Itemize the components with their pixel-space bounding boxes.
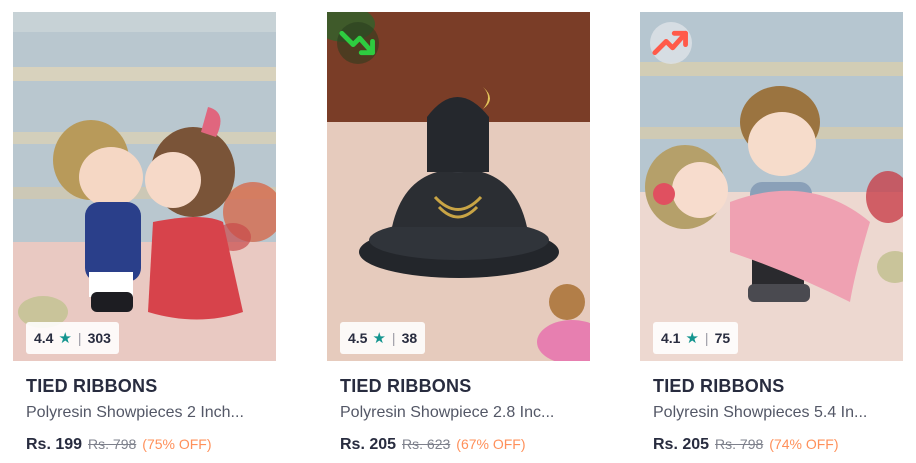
rating-badge: 4.4 ★ | 303	[26, 322, 119, 354]
star-icon: ★	[58, 329, 72, 347]
price-mrp: Rs. 623	[402, 436, 451, 452]
product-brand[interactable]: TIED RIBBONS	[26, 376, 157, 397]
rating-value: 4.1	[661, 330, 681, 346]
rating-separator: |	[704, 330, 709, 346]
trending-up-icon	[650, 22, 692, 64]
product-price: Rs. 205 Rs. 798 (74% OFF)	[653, 436, 839, 454]
product-price: Rs. 199 Rs. 798 (75% OFF)	[26, 436, 212, 454]
price-discount: (67% OFF)	[456, 436, 526, 452]
product-card[interactable]: 4.1 ★ | 75 TIED RIBBONS Polyresin Showpi…	[640, 12, 903, 463]
product-image[interactable]: 4.5 ★ | 38	[327, 12, 590, 361]
product-description[interactable]: Polyresin Showpiece 2.8 Inc...	[340, 404, 585, 422]
rating-count: 75	[714, 330, 731, 346]
price-discount: (75% OFF)	[142, 436, 212, 452]
price-discount: (74% OFF)	[769, 436, 839, 452]
rating-badge: 4.1 ★ | 75	[653, 322, 739, 354]
rating-value: 4.4	[34, 330, 54, 346]
rating-separator: |	[77, 330, 82, 346]
price-current: Rs. 205	[340, 436, 397, 453]
product-brand[interactable]: TIED RIBBONS	[340, 376, 471, 397]
rating-separator: |	[391, 330, 396, 346]
product-image[interactable]: 4.4 ★ | 303	[13, 12, 276, 361]
product-brand[interactable]: TIED RIBBONS	[653, 376, 784, 397]
price-mrp: Rs. 798	[715, 436, 764, 452]
star-icon: ★	[685, 329, 699, 347]
trending-down-icon	[337, 22, 379, 64]
price-current: Rs. 199	[26, 436, 83, 453]
rating-count: 303	[87, 330, 111, 346]
price-current: Rs. 205	[653, 436, 710, 453]
product-image[interactable]: 4.1 ★ | 75	[640, 12, 903, 361]
product-card[interactable]: 4.5 ★ | 38 TIED RIBBONS Polyresin Showpi…	[327, 12, 590, 463]
price-mrp: Rs. 798	[88, 436, 137, 452]
product-description[interactable]: Polyresin Showpieces 2 Inch...	[26, 404, 271, 422]
product-description[interactable]: Polyresin Showpieces 5.4 In...	[653, 404, 898, 422]
product-grid: 4.4 ★ | 303 TIED RIBBONS Polyresin Showp…	[0, 0, 916, 463]
star-icon: ★	[372, 329, 386, 347]
rating-badge: 4.5 ★ | 38	[340, 322, 426, 354]
rating-value: 4.5	[348, 330, 368, 346]
product-price: Rs. 205 Rs. 623 (67% OFF)	[340, 436, 526, 454]
product-card[interactable]: 4.4 ★ | 303 TIED RIBBONS Polyresin Showp…	[13, 12, 276, 463]
rating-count: 38	[401, 330, 418, 346]
